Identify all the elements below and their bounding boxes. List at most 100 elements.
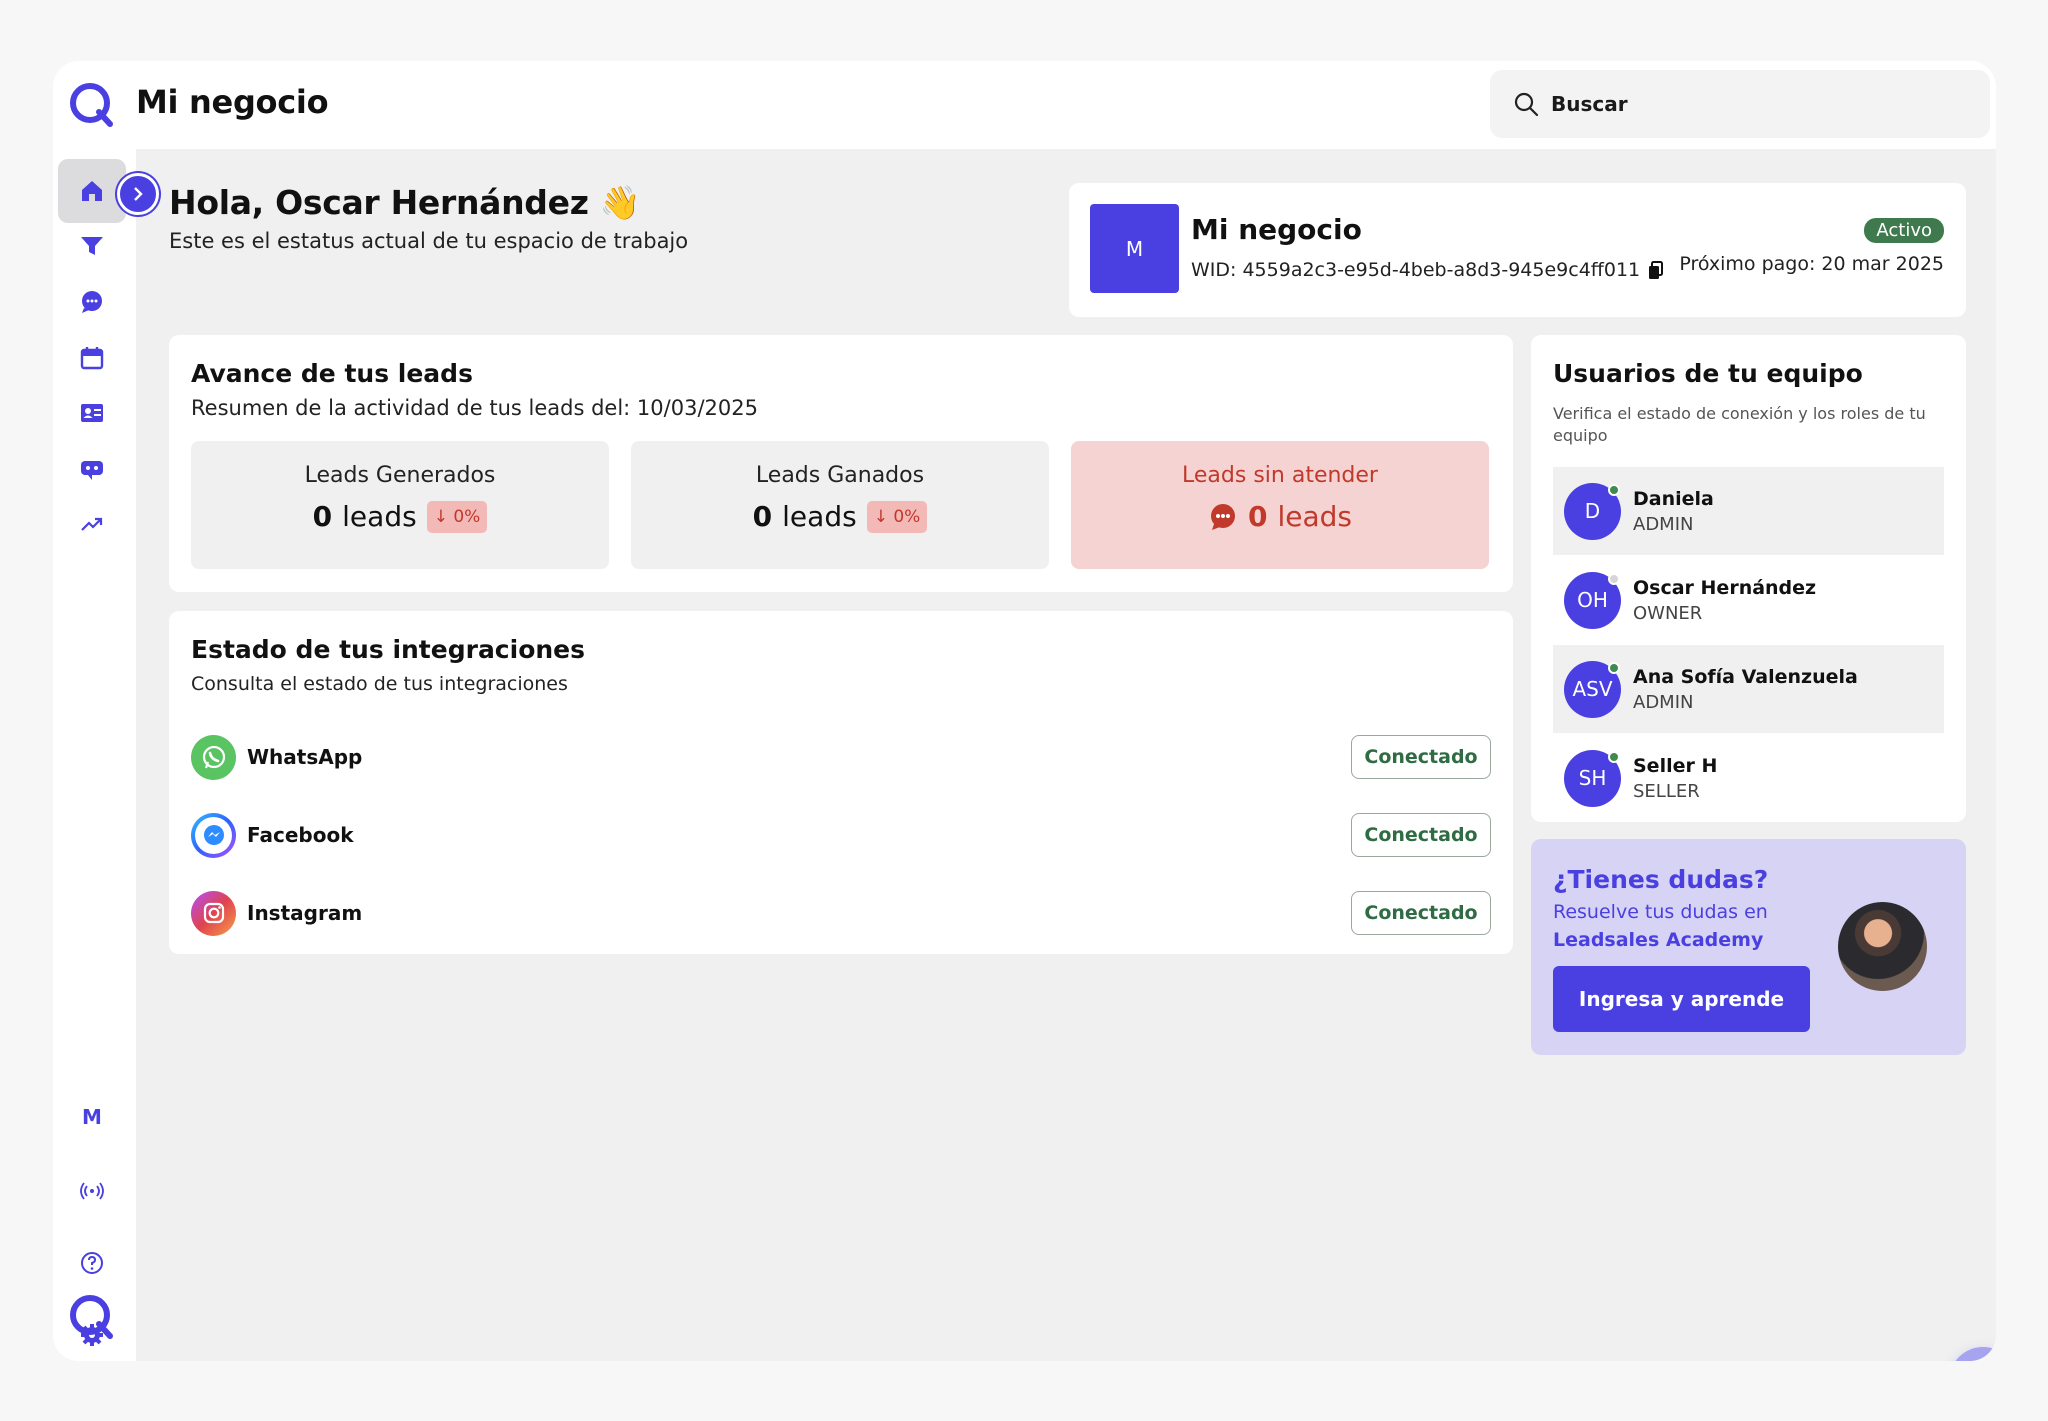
main-content: Hola, Oscar Hernández 👋 Este es el estat… xyxy=(136,149,1996,1361)
member-role: OWNER xyxy=(1633,602,1703,624)
online-indicator xyxy=(1608,661,1620,674)
sidebar: M xyxy=(53,149,136,1361)
greeting-title: Hola, Oscar Hernández 👋 xyxy=(169,183,641,222)
integration-name: WhatsApp xyxy=(247,745,363,769)
broadcast-icon xyxy=(80,1182,104,1200)
integration-row-instagram: Instagram Conectado xyxy=(191,890,1491,936)
kpi-unit: leads xyxy=(342,500,417,533)
chat-bubble-icon xyxy=(1210,503,1235,530)
team-subtitle: Verifica el estado de conexión y los rol… xyxy=(1553,404,1926,445)
kpi-change-badge: ↓ 0% xyxy=(426,500,488,533)
integration-name: Instagram xyxy=(247,901,363,925)
help-card: ¿Tienes dudas? Resuelve tus dudas en Lea… xyxy=(1531,839,1966,1055)
member-role: ADMIN xyxy=(1633,691,1694,713)
facebook-connected-button[interactable]: Conectado xyxy=(1351,813,1491,857)
avatar: OH xyxy=(1564,571,1621,629)
integrations-subtitle: Consulta el estado de tus integraciones xyxy=(191,673,568,695)
integration-name: Facebook xyxy=(247,823,354,847)
integration-row-whatsapp: WhatsApp Conectado xyxy=(191,734,1491,780)
online-indicator xyxy=(1608,483,1620,496)
contact-card-icon xyxy=(81,404,103,422)
wid-text: WID: 4559a2c3-e95d-4beb-a8d3-945e9c4ff01… xyxy=(1191,259,1641,281)
support-chat-button[interactable] xyxy=(1949,1347,1996,1361)
integrations-title: Estado de tus integraciones xyxy=(191,635,586,664)
avatar: D xyxy=(1564,482,1621,540)
online-indicator xyxy=(1608,750,1620,763)
team-card: Usuarios de tu equipo Verifica el estado… xyxy=(1531,335,1966,822)
kpi-leads-won: Leads Ganados 0 leads ↓ 0% xyxy=(631,441,1049,569)
instagram-connected-button[interactable]: Conectado xyxy=(1351,891,1491,935)
team-title: Usuarios de tu equipo xyxy=(1553,359,1863,388)
search-placeholder: Buscar xyxy=(1551,92,1628,116)
academy-button[interactable]: Ingresa y aprende xyxy=(1553,966,1810,1032)
sidebar-item-contacts[interactable] xyxy=(58,381,126,445)
avatar: SH xyxy=(1564,749,1621,807)
member-name: Seller H xyxy=(1633,754,1718,777)
kpi-value: 0 xyxy=(752,500,773,533)
leadsales-logo-icon[interactable] xyxy=(68,81,114,127)
next-payment: Próximo pago: 20 mar 2025 xyxy=(1679,253,1944,275)
kpi-leads-generated: Leads Generados 0 leads ↓ 0% xyxy=(191,441,609,569)
page-title: Mi negocio xyxy=(136,83,329,121)
leads-title: Avance de tus leads xyxy=(191,359,473,388)
sidebar-item-help[interactable] xyxy=(58,1231,126,1295)
kpi-label: Leads Ganados xyxy=(755,463,925,488)
calendar-icon xyxy=(80,347,104,370)
integration-row-facebook: Facebook Conectado xyxy=(191,812,1491,858)
workspace-initial: M xyxy=(82,1105,102,1129)
team-member[interactable]: ASV Ana Sofía Valenzuela ADMIN xyxy=(1553,645,1944,733)
kpi-unit: leads xyxy=(782,500,857,533)
copy-icon[interactable] xyxy=(1648,260,1666,280)
leads-card: Avance de tus leads Resumen de la activi… xyxy=(169,335,1513,592)
kpi-value: 0 xyxy=(1247,500,1268,533)
team-member[interactable]: OH Oscar Hernández OWNER xyxy=(1553,556,1944,644)
member-role: SELLER xyxy=(1633,780,1700,802)
search-icon xyxy=(1514,92,1539,117)
messenger-icon xyxy=(191,812,236,858)
bot-icon xyxy=(81,461,103,480)
kpi-leads-unattended[interactable]: Leads sin atender 0 leads xyxy=(1071,441,1489,569)
home-icon xyxy=(82,181,102,201)
kpi-label: Leads sin atender xyxy=(1182,463,1378,488)
whatsapp-icon xyxy=(191,734,236,780)
member-role: ADMIN xyxy=(1633,513,1694,535)
instagram-icon xyxy=(191,890,236,936)
member-name: Oscar Hernández xyxy=(1633,576,1817,599)
academy-link[interactable]: Leadsales Academy xyxy=(1553,929,1763,951)
greeting-subtitle: Este es el estatus actual de tu espacio … xyxy=(169,229,689,253)
business-name: Mi negocio xyxy=(1191,213,1362,246)
status-badge: Activo xyxy=(1864,218,1944,243)
chat-icon xyxy=(82,291,102,313)
trending-up-icon xyxy=(81,517,103,531)
kpi-label: Leads Generados xyxy=(304,463,496,488)
help-title: ¿Tienes dudas? xyxy=(1553,865,1769,894)
business-card: M Mi negocio WID: 4559a2c3-e95d-4beb-a8d… xyxy=(1069,183,1966,317)
business-avatar: M xyxy=(1090,204,1179,293)
top-header: Mi negocio Buscar xyxy=(53,61,1996,149)
team-member[interactable]: D Daniela ADMIN xyxy=(1553,467,1944,555)
avatar: ASV xyxy=(1564,660,1621,718)
search-input[interactable]: Buscar xyxy=(1490,70,1990,138)
leads-subtitle: Resumen de la actividad de tus leads del… xyxy=(191,396,758,420)
kpi-unit: leads xyxy=(1277,500,1352,533)
sidebar-item-workspace[interactable]: M xyxy=(58,1085,126,1149)
sidebar-item-broadcast[interactable] xyxy=(58,1159,126,1223)
app-window: Mi negocio Buscar M Hola, Oscar Hernánde… xyxy=(53,61,1996,1361)
chevron-right-icon xyxy=(134,187,143,201)
support-avatar-photo xyxy=(1838,902,1927,991)
help-icon xyxy=(81,1252,103,1274)
sidebar-item-chats[interactable] xyxy=(58,270,126,334)
funnel-icon xyxy=(81,237,103,255)
leadsales-logo-bottom-icon xyxy=(70,1295,113,1339)
expand-sidebar-button[interactable] xyxy=(117,173,159,215)
member-name: Ana Sofía Valenzuela xyxy=(1633,665,1858,688)
integrations-card: Estado de tus integraciones Consulta el … xyxy=(169,611,1513,954)
business-wid: WID: 4559a2c3-e95d-4beb-a8d3-945e9c4ff01… xyxy=(1191,259,1666,281)
team-member[interactable]: SH Seller H SELLER xyxy=(1553,734,1944,822)
sidebar-item-funnel[interactable] xyxy=(58,214,126,278)
help-text: Resuelve tus dudas en xyxy=(1553,901,1768,923)
member-name: Daniela xyxy=(1633,487,1714,510)
sidebar-item-reports[interactable] xyxy=(58,492,126,556)
whatsapp-connected-button[interactable]: Conectado xyxy=(1351,735,1491,779)
offline-indicator xyxy=(1608,572,1620,585)
